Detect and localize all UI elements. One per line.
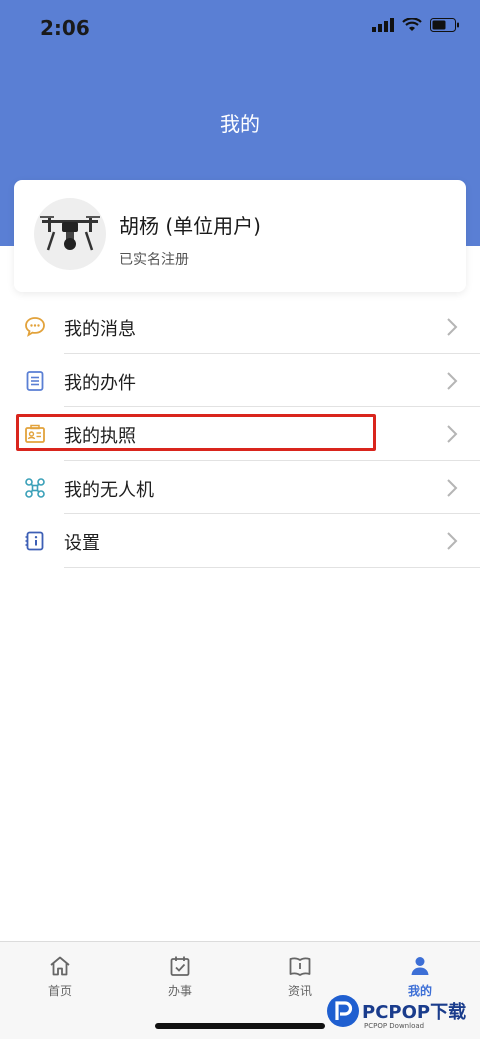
menu-label-settings: 设置 (64, 533, 100, 554)
signal-icon (372, 18, 394, 32)
watermark-brand: PCPOP下载 (362, 1002, 467, 1023)
book-info-icon (289, 957, 311, 976)
page-title: 我的 (220, 112, 260, 136)
tab-mine[interactable]: 我的 (360, 954, 480, 999)
tab-news[interactable]: 资讯 (240, 954, 360, 999)
menu-label-my-drones: 我的无人机 (64, 479, 154, 501)
calendar-check-icon (170, 956, 190, 976)
user-name: 胡杨 (单位用户) (119, 214, 261, 238)
status-time: 2:06 (40, 16, 90, 40)
menu-label-my-cases: 我的办件 (64, 372, 136, 394)
tab-label-services: 办事 (167, 984, 192, 998)
profile-card[interactable]: 胡杨 (单位用户) 已实名注册 (14, 180, 466, 292)
menu-item-my-cases[interactable]: 我的办件 (0, 354, 480, 407)
document-list-icon (26, 370, 44, 391)
chevron-right-icon (447, 532, 458, 550)
user-icon (411, 957, 429, 975)
tab-label-home: 首页 (47, 984, 72, 998)
menu-item-my-drones[interactable]: 我的无人机 (0, 461, 480, 514)
tab-services[interactable]: 办事 (120, 954, 240, 999)
chat-bubble-icon (25, 317, 45, 337)
menu-item-messages[interactable]: 我的消息 (0, 300, 480, 354)
chevron-right-icon (447, 425, 458, 443)
verification-status: 已实名注册 (119, 252, 189, 268)
wifi-icon (402, 18, 422, 31)
settings-info-icon (25, 531, 44, 551)
home-indicator (155, 1023, 325, 1029)
chevron-right-icon (447, 478, 458, 497)
menu-item-settings[interactable]: 设置 (0, 514, 480, 568)
divider (64, 566, 480, 568)
status-bar: 2:06 (0, 0, 480, 60)
drone-avatar-icon (40, 216, 100, 251)
pcpop-logo-icon (327, 995, 359, 1027)
drone-icon (25, 477, 45, 498)
home-icon (50, 956, 70, 976)
avatar[interactable] (34, 198, 106, 270)
watermark-sub: PCPOP Download (364, 1022, 425, 1030)
watermark: PCPOP下载 PCPOP Download (326, 994, 476, 1036)
status-icons (372, 18, 460, 32)
chevron-right-icon (447, 318, 458, 336)
menu-label-messages: 我的消息 (64, 319, 136, 340)
chevron-right-icon (447, 371, 458, 390)
tab-home[interactable]: 首页 (0, 954, 120, 999)
battery-icon (430, 18, 459, 32)
highlight-annotation (16, 414, 376, 451)
